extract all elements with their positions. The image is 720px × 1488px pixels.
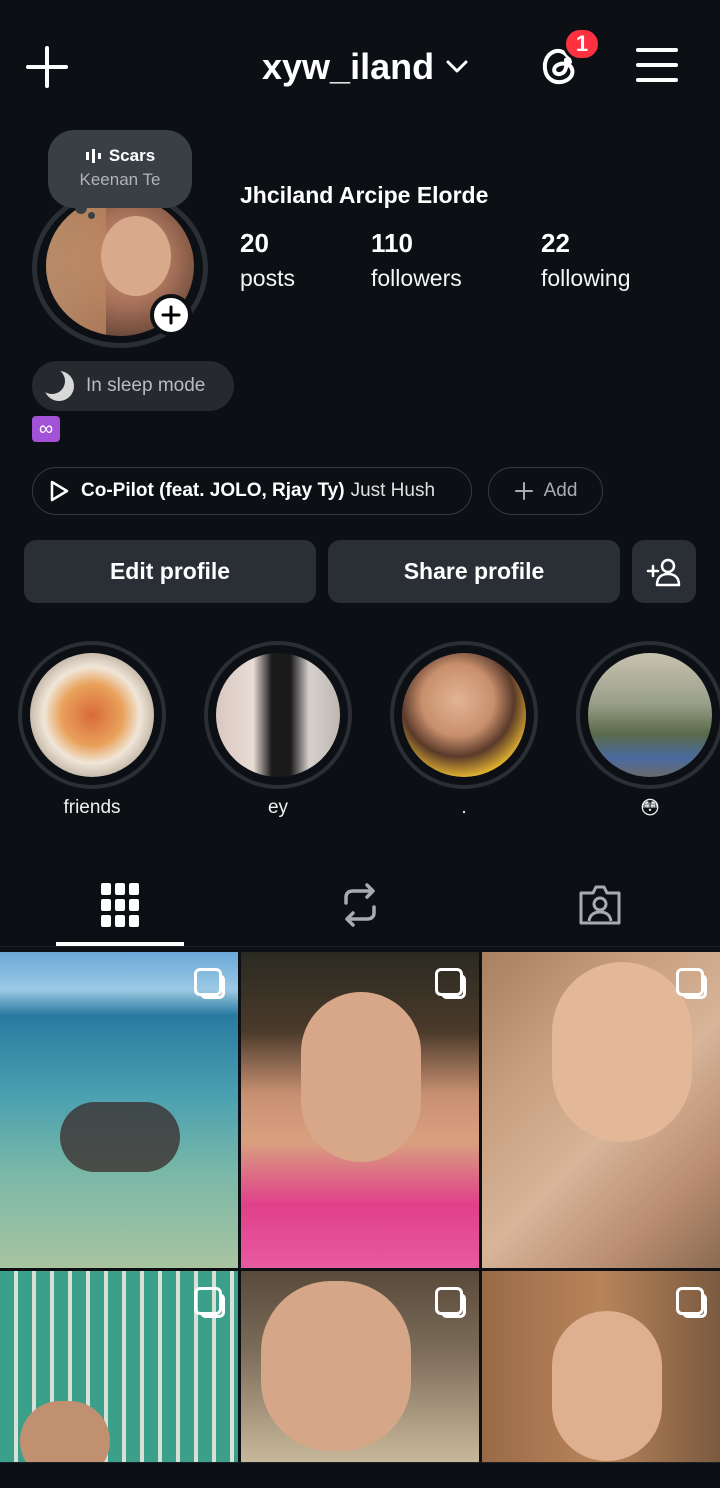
highlight-cover — [588, 653, 712, 777]
carousel-icon — [435, 1287, 466, 1318]
highlight-cover — [402, 653, 526, 777]
following-count: 22 — [541, 228, 570, 258]
posts-stat[interactable]: 20 posts — [240, 228, 295, 292]
status-text: In sleep mode — [86, 375, 206, 396]
profile-music-pill[interactable]: Co-Pilot (feat. JOLO, Rjay Ty) Just Hush — [32, 467, 472, 515]
posts-count: 20 — [240, 228, 269, 258]
tab-reposts[interactable] — [240, 870, 480, 940]
add-link-button[interactable]: Add — [488, 467, 603, 515]
display-name: Jhciland Arcipe Elorde — [240, 182, 489, 208]
carousel-icon — [676, 968, 707, 999]
tab-tagged[interactable] — [480, 870, 720, 940]
music-artist: Just Hush — [350, 480, 436, 501]
post-thumbnail[interactable] — [0, 1271, 238, 1462]
highlight-label: friends — [63, 797, 121, 818]
post-thumbnail[interactable] — [482, 1271, 720, 1462]
highlight-dot[interactable]: . — [390, 641, 538, 819]
sound-bars-icon — [85, 149, 101, 163]
post-thumbnail[interactable] — [241, 952, 479, 1268]
highlight-cover — [216, 653, 340, 777]
status-pill[interactable]: In sleep mode — [32, 361, 234, 411]
plus-icon — [514, 482, 533, 500]
create-plus-icon[interactable] — [26, 46, 68, 88]
share-profile-button[interactable]: Share profile — [328, 540, 620, 603]
post-thumbnail[interactable] — [482, 952, 720, 1268]
carousel-icon — [194, 968, 225, 999]
highlight-label: ey — [267, 797, 289, 818]
add-label: Add — [543, 480, 578, 501]
carousel-icon — [435, 968, 466, 999]
edit-profile-button[interactable]: Edit profile — [24, 540, 316, 603]
note-song-title: Scars — [108, 146, 156, 165]
hamburger-menu-icon[interactable] — [636, 46, 678, 84]
music-title: Co-Pilot (feat. JOLO, Rjay Ty) — [81, 480, 345, 501]
note-artist: Keenan Te — [79, 170, 161, 189]
notification-badge: 1 — [563, 27, 601, 61]
account-switcher[interactable]: xyw_iland — [262, 44, 468, 90]
highlight-flushed[interactable]: 😳 — [576, 641, 720, 820]
play-icon — [50, 480, 69, 502]
music-note-bubble[interactable]: Scars Keenan Te — [48, 130, 192, 208]
highlight-ey[interactable]: ey — [204, 641, 352, 819]
top-header: xyw_iland 1 — [0, 0, 720, 130]
following-stat[interactable]: 22 following — [541, 228, 631, 292]
add-story-plus-icon[interactable] — [150, 294, 192, 336]
followers-count: 110 — [371, 228, 413, 258]
moon-icon — [42, 369, 74, 401]
bottom-nav-bar[interactable] — [0, 1462, 720, 1488]
discover-people-button[interactable] — [632, 540, 696, 603]
grid-icon — [101, 883, 139, 927]
highlight-label: . — [461, 797, 467, 818]
post-thumbnail[interactable] — [0, 952, 238, 1268]
bio-infinity-emoji: ∞ — [32, 416, 60, 442]
tab-posts-grid[interactable] — [0, 870, 240, 940]
repost-icon — [344, 883, 376, 927]
followers-stat[interactable]: 110 followers — [371, 228, 462, 292]
tagged-person-icon — [579, 885, 621, 925]
highlight-cover — [30, 653, 154, 777]
note-bubble-tail-small — [88, 212, 95, 219]
chevron-down-icon — [446, 60, 468, 73]
posts-label: posts — [240, 265, 295, 291]
followers-label: followers — [371, 265, 462, 291]
username-title: xyw_iland — [262, 46, 435, 87]
highlight-friends[interactable]: friends — [18, 641, 166, 819]
carousel-icon — [194, 1287, 225, 1318]
carousel-icon — [676, 1287, 707, 1318]
tab-divider — [0, 946, 720, 947]
highlight-label: 😳 — [640, 798, 660, 819]
following-label: following — [541, 265, 631, 291]
post-thumbnail[interactable] — [241, 1271, 479, 1462]
add-person-icon — [646, 558, 681, 586]
